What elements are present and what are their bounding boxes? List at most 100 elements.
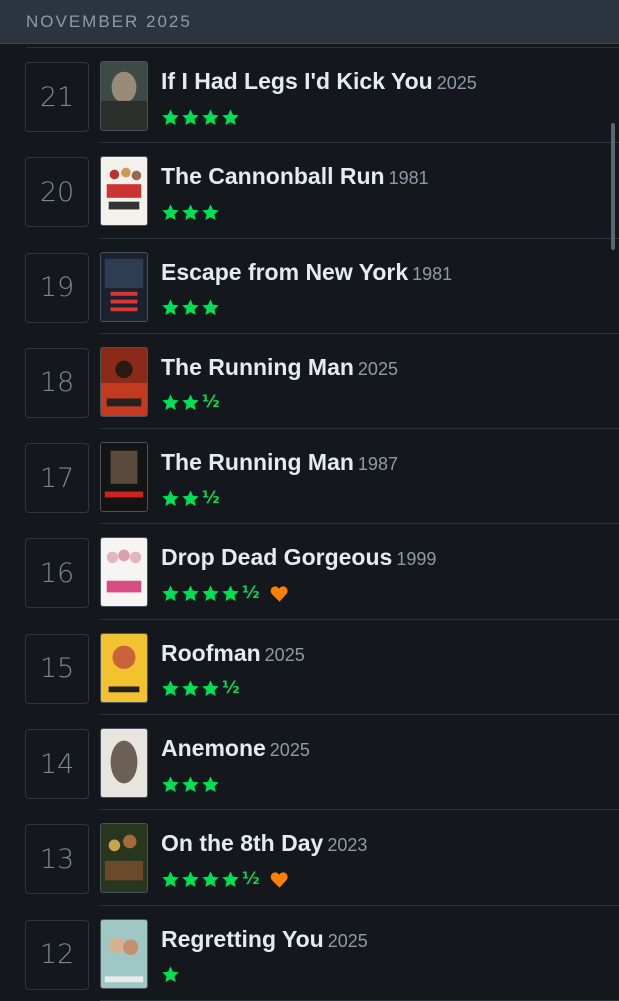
title-line: The Running Man 2025 (161, 354, 398, 381)
star-icon (162, 680, 179, 697)
scrollbar[interactable] (611, 123, 615, 250)
star-icon (202, 108, 219, 125)
film-year[interactable]: 2025 (265, 645, 305, 665)
star-icon (182, 394, 199, 411)
film-year[interactable]: 2025 (358, 359, 398, 379)
film-title[interactable]: The Cannonball Run (161, 163, 385, 189)
poster-roofman-icon (101, 633, 147, 702)
film-title[interactable]: Drop Dead Gorgeous (161, 544, 392, 570)
film-year[interactable]: 1987 (358, 454, 398, 474)
heart-icon (270, 586, 288, 602)
star-icon (182, 776, 199, 792)
star-icon (202, 204, 219, 220)
day-box[interactable]: 12 (25, 919, 89, 990)
poster-cannonball-run-icon (101, 157, 147, 226)
diary-entry[interactable]: 12 Regretting You 2025 (0, 906, 619, 1001)
diary-entry[interactable]: 20 The Cannonball Run 1981 (0, 143, 619, 239)
poster-escape-from-new-york-icon (101, 252, 147, 321)
day-box[interactable]: 14 (25, 729, 89, 800)
star-icon (162, 776, 179, 792)
day-box[interactable]: 21 (25, 62, 89, 132)
day-box[interactable]: 20 (25, 157, 89, 228)
star-icon (202, 680, 219, 697)
day-number: 20 (39, 176, 75, 208)
diary-entry[interactable]: 13 On the 8th Day 2023 ½ (0, 810, 619, 906)
film-year[interactable]: 2025 (270, 740, 310, 760)
film-title[interactable]: If I Had Legs I'd Kick You (161, 68, 433, 94)
diary-entry[interactable]: 14 Anemone 2025 (0, 715, 619, 811)
title-line: Anemone 2025 (161, 735, 310, 762)
star-icon (162, 394, 179, 411)
diary-entry[interactable]: 16 Drop Dead Gorgeous 1999 ½ (0, 524, 619, 620)
film-poster[interactable] (100, 346, 148, 417)
diary-entry[interactable]: 17 The Running Man 1987 ½ (0, 429, 619, 525)
day-box[interactable]: 15 (25, 633, 89, 704)
rating: ½ (161, 868, 289, 890)
half-star-icon: ½ (242, 868, 260, 889)
star-icon (182, 299, 199, 316)
film-poster[interactable] (100, 442, 148, 513)
film-poster[interactable] (100, 823, 148, 894)
star-icon (182, 108, 199, 125)
film-title[interactable]: The Running Man (161, 354, 354, 380)
half-star-icon: ½ (222, 678, 240, 699)
half-star-icon: ½ (242, 582, 260, 603)
diary-entry[interactable]: 18 The Running Man 2025 ½ (0, 334, 619, 430)
rating: ½ (161, 582, 289, 604)
film-poster[interactable] (100, 156, 148, 227)
film-poster[interactable] (100, 728, 148, 799)
diary-list: 21 If I Had Legs I'd Kick You 2025 20 The… (0, 48, 619, 1001)
star-icon (162, 966, 179, 983)
day-number: 13 (39, 843, 75, 875)
film-year[interactable]: 2023 (327, 835, 367, 855)
film-title[interactable]: Escape from New York (161, 259, 408, 285)
day-number: 18 (39, 367, 75, 399)
title-line: The Cannonball Run 1981 (161, 163, 429, 190)
day-number: 15 (39, 653, 75, 685)
film-title[interactable]: Anemone (161, 735, 266, 761)
film-title[interactable]: On the 8th Day (161, 830, 323, 856)
poster-anemone-icon (101, 729, 147, 798)
day-box[interactable]: 18 (25, 347, 89, 418)
poster-running-man-2025-icon (101, 347, 147, 416)
month-label: NOVEMBER 2025 (26, 12, 192, 31)
day-box[interactable]: 16 (25, 538, 89, 609)
film-year[interactable]: 1999 (396, 549, 436, 569)
film-year[interactable]: 1981 (412, 264, 452, 284)
day-box[interactable]: 19 (25, 252, 89, 323)
film-year[interactable]: 1981 (389, 168, 429, 188)
poster-on-the-8th-day-icon (101, 824, 147, 893)
film-poster[interactable] (100, 61, 148, 131)
day-box[interactable]: 13 (25, 824, 89, 895)
half-star-icon: ½ (202, 487, 220, 508)
title-line: Regretting You 2025 (161, 926, 368, 953)
star-icon (162, 490, 179, 506)
diary-entry[interactable]: 21 If I Had Legs I'd Kick You 2025 (0, 48, 619, 144)
diary-entry[interactable]: 15 Roofman 2025 ½ (0, 620, 619, 716)
title-line: Roofman 2025 (161, 640, 305, 667)
film-poster[interactable] (100, 251, 148, 322)
star-icon (222, 585, 239, 602)
film-year[interactable]: 2025 (437, 73, 477, 93)
star-icon (182, 871, 199, 887)
film-title[interactable]: The Running Man (161, 449, 354, 475)
day-number: 19 (39, 272, 75, 304)
film-title[interactable]: Roofman (161, 640, 261, 666)
star-icon (202, 776, 219, 792)
day-box[interactable]: 17 (25, 443, 89, 514)
day-number: 21 (39, 81, 75, 113)
film-poster[interactable] (100, 632, 148, 703)
rating (161, 201, 221, 223)
star-icon (182, 680, 199, 697)
film-poster[interactable] (100, 918, 148, 989)
title-line: Escape from New York 1981 (161, 259, 452, 286)
diary-entry[interactable]: 19 Escape from New York 1981 (0, 239, 619, 334)
rating (161, 773, 221, 795)
film-poster[interactable] (100, 537, 148, 608)
film-title[interactable]: Regretting You (161, 926, 324, 952)
title-line: The Running Man 1987 (161, 449, 398, 476)
poster-if-i-had-legs-icon (101, 62, 147, 130)
film-year[interactable]: 2025 (328, 931, 368, 951)
rating: ½ (161, 487, 220, 509)
poster-drop-dead-gorgeous-icon (101, 538, 147, 607)
